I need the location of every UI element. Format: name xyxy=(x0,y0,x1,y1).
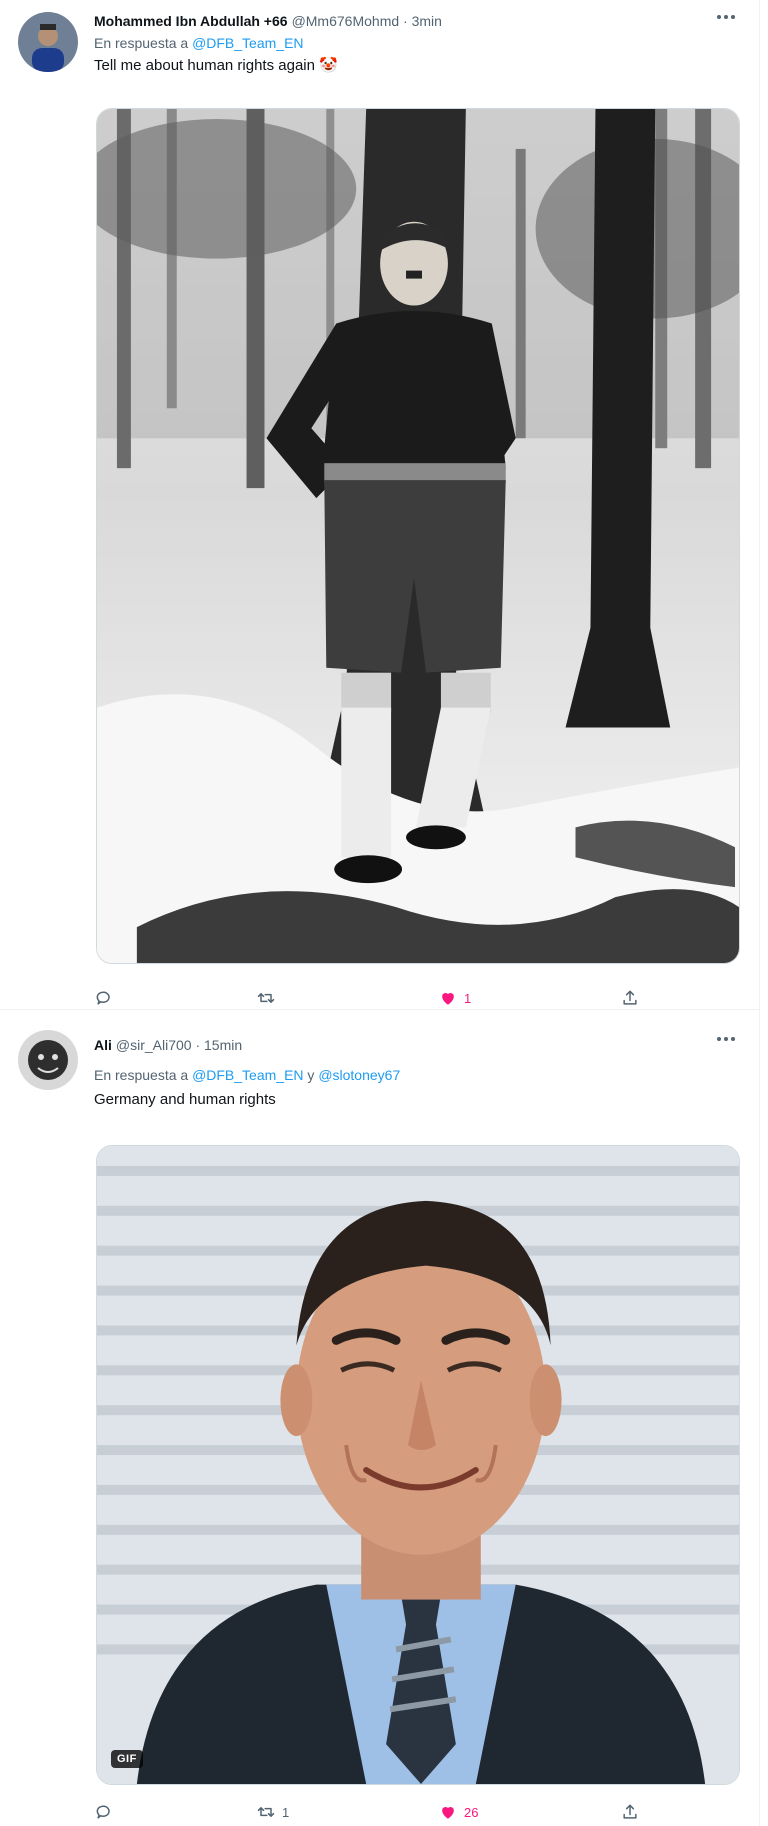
tweet[interactable]: Ali @sir_Ali700 · 15min En respuesta a @D… xyxy=(0,1010,760,1826)
reply-button[interactable] xyxy=(94,1800,120,1824)
share-button[interactable] xyxy=(620,986,646,1010)
avatar-image xyxy=(18,12,78,72)
tweet-text-body: Tell me about human rights again xyxy=(94,57,315,74)
tweet-actions: 1 xyxy=(94,986,654,1010)
like-button[interactable]: 26 xyxy=(438,1800,478,1824)
like-button[interactable]: 1 xyxy=(438,986,471,1010)
reply-bubble-icon xyxy=(94,1802,114,1822)
avatar[interactable] xyxy=(18,1030,78,1090)
like-count: 26 xyxy=(464,1804,479,1820)
mention-joiner: y xyxy=(307,1067,315,1083)
tweet[interactable]: Mohammed Ibn Abdullah +66 @Mm676Mohmd · 3… xyxy=(0,0,760,1010)
tweet-header: Ali @sir_Ali700 · 15min xyxy=(94,1036,720,1054)
reply-context: En respuesta a @DFB_Team_EN y @slotoney6… xyxy=(94,1066,400,1084)
mention-link[interactable]: @slotoney67 xyxy=(318,1067,400,1083)
avatar[interactable] xyxy=(18,12,78,72)
gif-image xyxy=(97,1146,739,1784)
handle-and-time[interactable]: @sir_Ali700 · 15min xyxy=(116,1037,242,1053)
more-dots-icon[interactable] xyxy=(714,12,738,30)
tweet-text: Tell me about human rights again 🤡 xyxy=(94,56,338,76)
share-button[interactable] xyxy=(620,1800,646,1824)
retweet-icon xyxy=(256,1802,276,1822)
clown-emoji: 🤡 xyxy=(318,57,338,74)
like-count: 1 xyxy=(464,990,472,1006)
mention-link[interactable]: @DFB_Team_EN xyxy=(192,1067,303,1083)
reply-context: En respuesta a @DFB_Team_EN xyxy=(94,34,304,52)
tweet-text-body: Germany and human rights xyxy=(94,1091,276,1108)
tweet-actions: 1 26 xyxy=(94,1800,654,1824)
reply-button[interactable] xyxy=(94,986,120,1010)
retweet-button[interactable] xyxy=(256,986,282,1010)
retweet-count: 1 xyxy=(282,1804,290,1820)
tweet-text: Germany and human rights xyxy=(94,1090,276,1110)
mention-link[interactable]: @DFB_Team_EN xyxy=(192,35,303,51)
more-dots-icon[interactable] xyxy=(714,1034,738,1052)
handle-and-time[interactable]: @Mm676Mohmd · 3min xyxy=(292,13,442,29)
timeline-feed: Mohammed Ibn Abdullah +66 @Mm676Mohmd · 3… xyxy=(0,0,760,1826)
share-icon xyxy=(620,988,640,1008)
retweet-icon xyxy=(256,988,276,1008)
reply-prefix: En respuesta a xyxy=(94,35,189,51)
heart-icon xyxy=(438,988,458,1008)
photo-image xyxy=(97,109,739,963)
reply-prefix: En respuesta a xyxy=(94,1067,189,1083)
author-name[interactable]: Ali xyxy=(94,1037,112,1053)
retweet-button[interactable]: 1 xyxy=(256,1800,289,1824)
tweet-header: Mohammed Ibn Abdullah +66 @Mm676Mohmd · 3… xyxy=(94,12,720,30)
tweet-photo[interactable] xyxy=(96,108,740,964)
author-name[interactable]: Mohammed Ibn Abdullah +66 xyxy=(94,13,288,29)
heart-icon xyxy=(438,1802,458,1822)
share-icon xyxy=(620,1802,640,1822)
avatar-image xyxy=(18,1030,78,1090)
reply-bubble-icon xyxy=(94,988,114,1008)
gif-badge: GIF xyxy=(111,1750,143,1768)
tweet-gif[interactable]: GIF xyxy=(96,1145,740,1785)
